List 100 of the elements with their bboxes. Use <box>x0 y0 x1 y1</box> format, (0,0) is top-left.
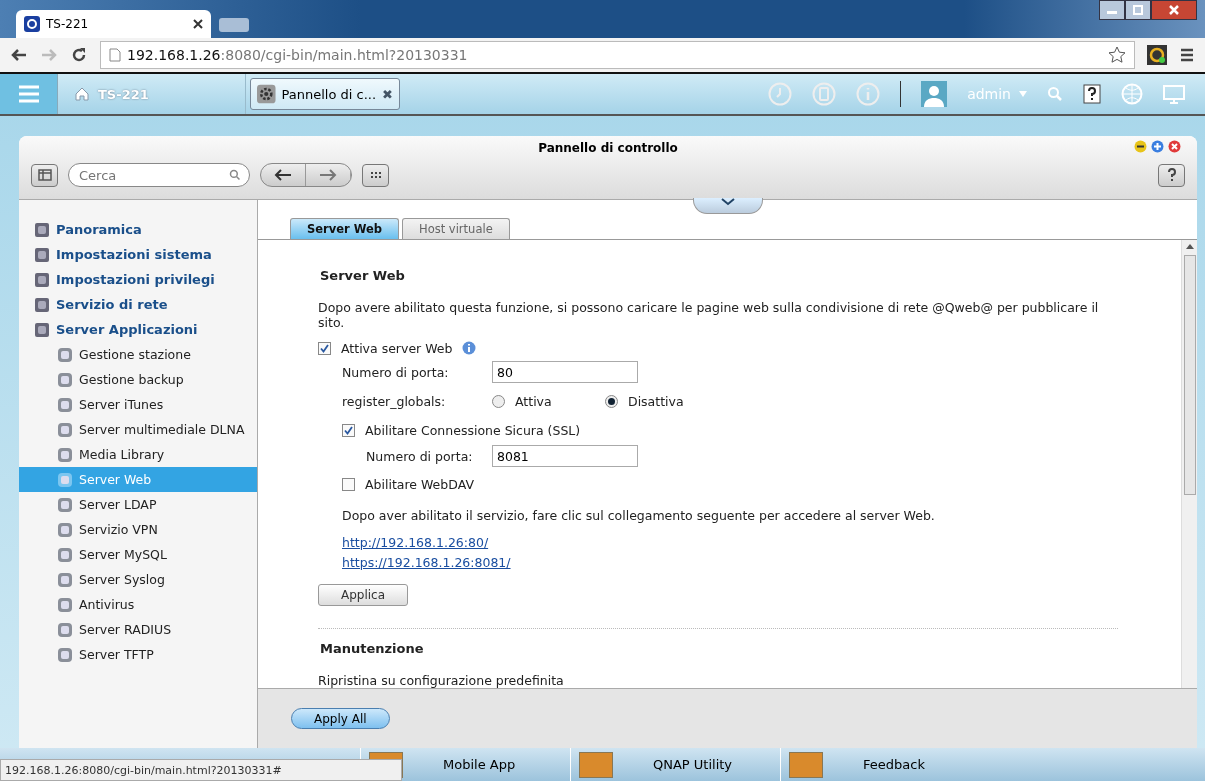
checkbox-label: Abilitare Connessione Sicura (SSL) <box>365 422 581 438</box>
app-icon <box>57 571 73 588</box>
caret-icon <box>1019 91 1027 97</box>
app-icon <box>57 521 73 538</box>
sidebar-item[interactable]: Panoramica <box>19 217 257 242</box>
extension-icon[interactable] <box>1147 44 1167 65</box>
apps-button[interactable] <box>362 163 389 187</box>
up-arrow-icon <box>1185 244 1194 249</box>
collapse-handle[interactable] <box>693 198 763 214</box>
restore-text: Ripristina su configurazione predefinita <box>318 673 564 688</box>
layout-icon <box>37 169 52 181</box>
sidebar-item[interactable]: Impostazioni privilegi <box>19 267 257 292</box>
question-icon <box>1166 168 1177 182</box>
sidebar-item[interactable]: Server multimediale DLNA <box>19 417 257 442</box>
field-label: Numero di porta: <box>342 364 450 380</box>
reload-icon[interactable] <box>70 45 88 64</box>
apply-all-button[interactable]: Apply All <box>291 708 390 729</box>
app-icon <box>57 546 73 563</box>
app-tab[interactable]: Pannello di c... ✖ <box>250 78 400 110</box>
radio-label: Attiva <box>515 393 553 409</box>
sidebar-item[interactable]: Server RADIUS <box>19 617 257 642</box>
help-icon[interactable] <box>1083 84 1101 104</box>
sidebar-item[interactable]: Server Applicazioni <box>19 317 257 342</box>
minimize-icon[interactable] <box>1134 140 1147 153</box>
server-link[interactable]: https://192.168.1.26:8081/ <box>342 554 511 570</box>
home-icon[interactable] <box>74 86 90 102</box>
sidebar-item[interactable]: Impostazioni sistema <box>19 242 257 267</box>
checkbox[interactable] <box>342 477 355 491</box>
search-field[interactable]: Cerca <box>68 163 250 187</box>
app-icon <box>57 446 73 463</box>
sidebar-item[interactable]: Media Library <box>19 442 257 467</box>
menu-icon[interactable] <box>1179 46 1195 63</box>
new-tab-button[interactable] <box>219 17 249 32</box>
field-label: Numero di porta: <box>366 448 474 464</box>
app-icon <box>57 646 73 663</box>
address-field[interactable]: 192.168.1.26:8080/cgi-bin/main.html?20130331 <box>100 40 1135 69</box>
server-link[interactable]: http://192.168.1.26:80/ <box>342 534 489 550</box>
maximize-button[interactable] <box>1125 0 1151 20</box>
app-icon <box>57 471 73 488</box>
sidebar-item[interactable]: Server iTunes <box>19 392 257 417</box>
radio-button[interactable] <box>492 394 505 408</box>
app-icon <box>57 371 73 388</box>
forward-icon <box>319 169 337 181</box>
help-button[interactable] <box>1158 163 1185 187</box>
checkbox[interactable] <box>318 341 331 355</box>
search-icon <box>229 169 241 181</box>
sidebar-item[interactable]: Server LDAP <box>19 492 257 517</box>
minimize-button[interactable] <box>1099 0 1125 20</box>
close-icon[interactable] <box>193 18 203 29</box>
radio-label: Disattiva <box>628 393 684 409</box>
maximize-icon[interactable] <box>1151 140 1164 153</box>
description-text: Dopo avere abilitato questa funzione, si possono caricare le pagine web sulla condivisione di rete @Qweb@ per pubblicare il sito. <box>318 300 1100 330</box>
sidebar-item[interactable]: Server Syslog <box>19 567 257 592</box>
category-icon <box>34 221 50 238</box>
star-icon[interactable] <box>1108 45 1126 64</box>
app-icon <box>57 421 73 438</box>
page-icon <box>109 47 121 62</box>
grid-icon <box>369 171 382 179</box>
field-label: register_globals: <box>342 393 447 409</box>
category-icon <box>34 271 50 288</box>
sidebar-item[interactable]: Server TFTP <box>19 642 257 667</box>
maximize-icon <box>1133 5 1143 15</box>
port-field[interactable]: 80 <box>492 361 638 383</box>
tab[interactable]: Host virtuale <box>402 218 510 239</box>
chevron-icon <box>721 198 735 206</box>
close-tab-button[interactable]: ✖ <box>382 86 393 102</box>
close-icon <box>1169 5 1179 15</box>
taskbar-item[interactable]: QNAP Utility <box>570 748 780 781</box>
app-icon <box>57 346 73 363</box>
checkbox-label: Abilitare WebDAV <box>365 476 474 492</box>
sidebar-item[interactable]: Server MySQL <box>19 542 257 567</box>
info-icon <box>462 341 477 355</box>
sidebar-item[interactable]: Servizio di rete <box>19 292 257 317</box>
port-field[interactable]: 8081 <box>492 445 638 467</box>
sidebar-toggle-button[interactable] <box>31 163 58 187</box>
browser-tab[interactable]: TS-221 <box>16 9 211 38</box>
status-url-tooltip: 192.168.1.26:8080/cgi-bin/main.html?20130331# <box>0 759 402 781</box>
scrollbar[interactable] <box>1181 240 1197 688</box>
sidebar-item[interactable]: Gestione backup <box>19 367 257 392</box>
app-icon <box>57 596 73 613</box>
checkbox[interactable] <box>342 423 355 437</box>
sidebar-item[interactable]: Antivirus <box>19 592 257 617</box>
radio-button[interactable] <box>605 394 618 408</box>
tab[interactable]: Server Web <box>290 218 400 239</box>
section-heading: Server Web <box>320 268 406 283</box>
taskbar-item[interactable]: Feedback <box>780 748 990 781</box>
close-button[interactable] <box>1151 0 1197 20</box>
app-icon <box>57 496 73 513</box>
apply-button[interactable]: Applica <box>318 584 409 606</box>
menu-icon <box>16 84 41 104</box>
sidebar-item[interactable]: Gestione stazione <box>19 342 257 367</box>
category-icon <box>34 296 50 313</box>
section-heading: Manutenzione <box>320 641 425 656</box>
sidebar-item[interactable]: Servizio VPN <box>19 517 257 542</box>
back-icon <box>274 169 292 181</box>
checkbox-label: Attiva server Web <box>341 340 453 356</box>
avatar-icon[interactable] <box>921 81 948 107</box>
app-logo-icon <box>24 15 40 32</box>
app-icon <box>57 396 73 413</box>
gear-icon <box>257 83 276 105</box>
